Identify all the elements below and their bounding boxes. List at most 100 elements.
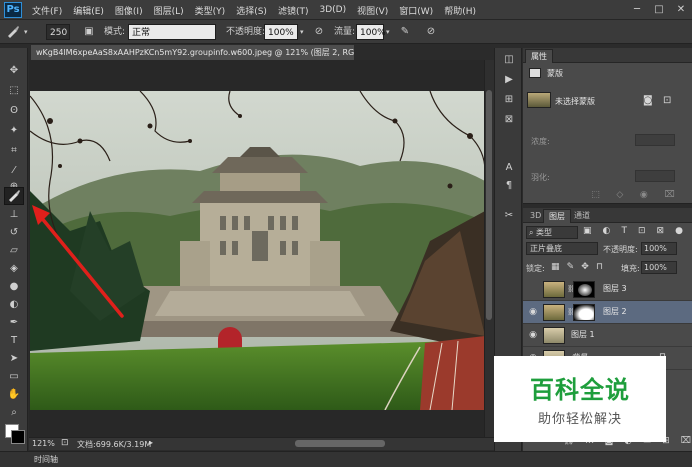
paragraph-panel-icon[interactable]: ¶ xyxy=(500,178,518,194)
minimize-icon[interactable]: ─ xyxy=(626,0,648,20)
layer-filter-icons: ▣ ◐ T ⊡ ⊠ ● xyxy=(583,226,683,239)
menu-help[interactable]: 帮助(H) xyxy=(444,4,476,17)
fill-input[interactable]: 100% xyxy=(641,261,677,274)
density-input[interactable] xyxy=(635,134,675,146)
lasso-tool-icon[interactable]: ʘ xyxy=(4,102,24,120)
layer-row[interactable]: ◉ 图层 1 xyxy=(523,324,692,347)
layer-row[interactable]: ⛓ 图层 3 xyxy=(523,278,692,301)
styles-panel-icon[interactable]: ⊠ xyxy=(500,112,518,128)
delete-layer-icon[interactable]: ⌧ xyxy=(681,436,691,448)
document-size: 文档:699.6K/3.19M xyxy=(77,440,152,449)
visibility-toggle-icon[interactable]: ◉ xyxy=(527,306,539,318)
brush-preset-icon[interactable] xyxy=(4,24,22,40)
visibility-toggle-icon[interactable] xyxy=(527,283,539,295)
menu-filter[interactable]: 滤镜(T) xyxy=(278,4,309,17)
menu-3d[interactable]: 3D(D) xyxy=(319,5,346,15)
move-tool-icon[interactable]: ✥ xyxy=(4,62,24,80)
zoom-tool-icon[interactable]: ⌕ xyxy=(4,404,24,422)
hand-tool-icon[interactable]: ✋ xyxy=(4,386,24,404)
tab-properties[interactable]: 属性 xyxy=(525,49,553,63)
vertical-scroll-thumb[interactable] xyxy=(486,90,492,320)
background-color-swatch[interactable] xyxy=(11,430,25,444)
actions-panel-icon[interactable]: ▶ xyxy=(500,72,518,88)
opacity-chevron-icon[interactable]: ▾ xyxy=(300,24,304,40)
filter-toggle-icon[interactable]: ● xyxy=(675,226,683,239)
zoom-level[interactable]: 121% xyxy=(32,439,55,448)
filter-pixel-icon[interactable]: ▣ xyxy=(583,226,592,239)
chevron-down-icon[interactable]: ▾ xyxy=(24,24,28,40)
filter-smart-icon[interactable]: ⊠ xyxy=(657,226,665,239)
filter-shape-icon[interactable]: ⊡ xyxy=(638,226,646,239)
document-tab[interactable]: wKgB4lM6xpeAaS8xAAHPzKCn5mY92.groupinfo.… xyxy=(30,44,355,60)
vector-mask-icon[interactable]: ⊡ xyxy=(663,95,671,106)
paint-bucket-tool-icon[interactable]: ◈ xyxy=(4,260,24,278)
layer-row[interactable]: ◉ ⛓ 图层 2 xyxy=(523,301,692,324)
tool-presets-icon[interactable]: ✂ xyxy=(500,208,518,224)
type-tool-icon[interactable]: T xyxy=(4,332,24,350)
filter-adjustment-icon[interactable]: ◐ xyxy=(603,226,611,239)
layer-filter-select[interactable]: ⌕ 类型 xyxy=(526,226,578,239)
status-menu-chevron-icon[interactable]: ▸ xyxy=(149,438,153,447)
history-brush-tool-icon[interactable]: ↺ xyxy=(4,224,24,242)
history-panel-icon[interactable]: ◫ xyxy=(500,52,518,68)
visibility-toggle-icon[interactable]: ◉ xyxy=(527,329,539,341)
pixel-mask-icon[interactable]: ◙ xyxy=(643,95,653,106)
layer-name: 图层 3 xyxy=(603,284,627,293)
menu-file[interactable]: 文件(F) xyxy=(32,4,62,17)
menu-edit[interactable]: 编辑(E) xyxy=(73,4,104,17)
lock-transparent-icon[interactable]: ▦ xyxy=(551,262,560,272)
tab-layers[interactable]: 图层 xyxy=(543,209,571,223)
photo-canvas[interactable] xyxy=(30,91,485,410)
lock-position-icon[interactable]: ✥ xyxy=(581,262,589,272)
path-selection-tool-icon[interactable]: ➤ xyxy=(4,350,24,368)
shape-tool-icon[interactable]: ▭ xyxy=(4,368,24,386)
character-panel-icon[interactable]: A xyxy=(500,160,518,176)
lock-all-icon[interactable]: ⊓ xyxy=(596,262,603,272)
menu-select[interactable]: 选择(S) xyxy=(236,4,267,17)
timeline-label[interactable]: 时间轴 xyxy=(34,454,58,465)
close-icon[interactable]: ✕ xyxy=(670,0,692,20)
brush-tool-icon[interactable] xyxy=(4,187,24,205)
apply-mask-icon[interactable]: ◇ xyxy=(616,190,623,202)
menu-image[interactable]: 图像(I) xyxy=(115,4,143,17)
lock-image-icon[interactable]: ✎ xyxy=(567,262,575,272)
marquee-tool-icon[interactable]: ⬚ xyxy=(4,82,24,100)
status-info-icon[interactable]: ⊡ xyxy=(61,438,69,448)
clone-stamp-tool-icon[interactable]: ⊥ xyxy=(4,206,24,224)
layer-mask-thumbnail[interactable] xyxy=(573,281,595,298)
opacity-input[interactable]: 100% xyxy=(264,24,298,40)
horizontal-scroll-thumb[interactable] xyxy=(295,440,385,447)
disable-mask-icon[interactable]: ◉ xyxy=(640,190,648,202)
layer-mask-thumbnail[interactable] xyxy=(573,304,595,321)
airbrush-icon[interactable]: ✎ xyxy=(396,24,414,40)
feather-label: 羽化: xyxy=(531,173,550,182)
crop-tool-icon[interactable]: ⌗ xyxy=(4,142,24,160)
pressure-opacity-icon[interactable]: ⊘ xyxy=(310,24,328,40)
magic-wand-tool-icon[interactable]: ✦ xyxy=(4,122,24,140)
adjustments-panel-icon[interactable]: ⊞ xyxy=(500,92,518,108)
blur-tool-icon[interactable]: ● xyxy=(4,278,24,296)
flow-input[interactable]: 100% xyxy=(356,24,386,40)
dodge-tool-icon[interactable]: ◐ xyxy=(4,296,24,314)
pen-tool-icon[interactable]: ✒ xyxy=(4,314,24,332)
brush-size-box[interactable]: 250 xyxy=(46,24,70,40)
feather-input[interactable] xyxy=(635,170,675,182)
eraser-tool-icon[interactable]: ▱ xyxy=(4,242,24,260)
maximize-icon[interactable]: □ xyxy=(648,0,670,20)
menu-view[interactable]: 视图(V) xyxy=(357,4,388,17)
tab-channels[interactable]: 通道 xyxy=(569,209,595,223)
filter-type-icon[interactable]: T xyxy=(621,226,627,239)
density-label: 浓度: xyxy=(531,137,550,146)
blend-mode-select[interactable]: 正片叠底 xyxy=(526,242,598,255)
menu-window[interactable]: 窗口(W) xyxy=(399,4,433,17)
menu-layer[interactable]: 图层(L) xyxy=(154,4,184,17)
pressure-size-icon[interactable]: ⊘ xyxy=(422,24,440,40)
mode-select[interactable]: 正常 xyxy=(128,24,216,40)
selection-from-mask-icon[interactable]: ⬚ xyxy=(591,190,600,202)
flow-chevron-icon[interactable]: ▾ xyxy=(386,24,390,40)
layer-opacity-input[interactable]: 100% xyxy=(641,242,677,255)
photoshop-logo: Ps xyxy=(4,2,22,18)
delete-mask-icon[interactable]: ⌧ xyxy=(664,190,674,202)
brush-panel-icon[interactable]: ▣ xyxy=(80,24,98,40)
menu-type[interactable]: 类型(Y) xyxy=(195,4,226,17)
